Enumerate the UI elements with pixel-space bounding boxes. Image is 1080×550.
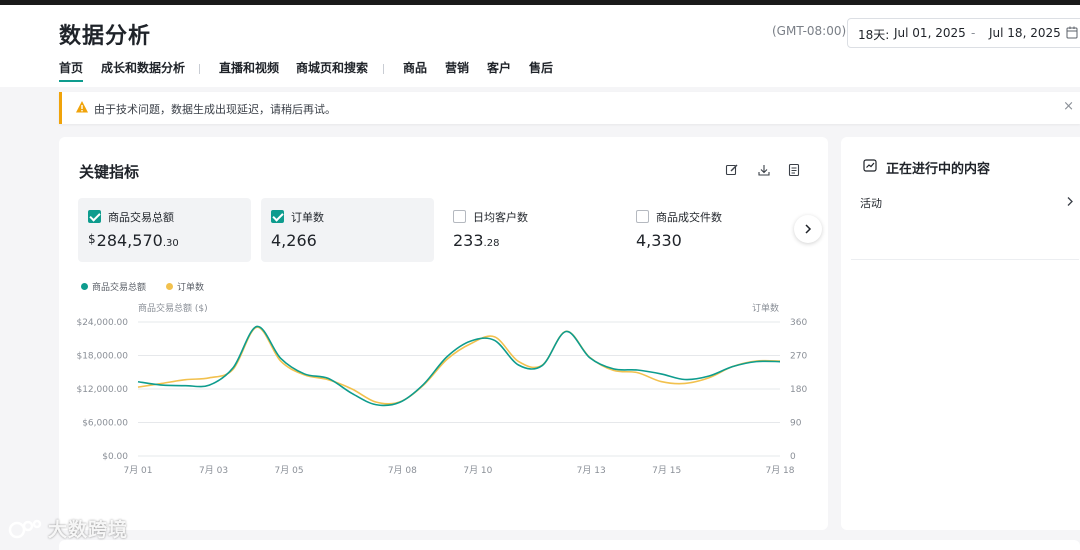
x-tick-label: 7月 18 — [765, 465, 794, 476]
alert-message: 由于技术问题，数据生成出现延迟，请稍后再试。 — [94, 103, 336, 116]
date-range-start[interactable]: Jul 01, 2025 — [894, 26, 966, 40]
page-header: 数据分析 (GMT-08:00) 18天: Jul 01, 2025 - Jul… — [0, 5, 1080, 87]
tab-separator — [199, 64, 200, 74]
y-left-tick-label: $6,000.00 — [82, 419, 128, 429]
page-title: 数据分析 — [59, 24, 152, 49]
warning-icon — [76, 101, 88, 113]
date-range-picker[interactable]: 18天: Jul 01, 2025 - Jul 18, 2025 — [847, 18, 1080, 48]
y-right-tick-label: 90 — [790, 419, 802, 429]
x-tick-label: 7月 05 — [275, 465, 304, 476]
x-tick-label: 7月 08 — [388, 465, 417, 476]
tab-mall-search[interactable]: 商城页和搜索 — [296, 60, 368, 86]
trend-chart-icon — [863, 159, 877, 172]
watermark-logo: 大数跨境 — [8, 515, 128, 542]
date-range-preset: 18天: — [858, 28, 890, 42]
date-range-end[interactable]: Jul 18, 2025 — [989, 26, 1061, 40]
side-row-activities[interactable]: 活动 — [851, 186, 1076, 216]
watermark-icon — [8, 519, 42, 539]
y-left-tick-label: $18,000.00 — [76, 352, 128, 362]
tab-separator — [383, 64, 384, 74]
y-right-tick-label: 270 — [790, 352, 807, 362]
x-tick-label: 7月 13 — [577, 465, 606, 476]
tab-home[interactable]: 首页 — [59, 60, 84, 86]
chevron-right-icon — [1067, 197, 1073, 206]
tab-products[interactable]: 商品 — [403, 60, 427, 86]
x-tick-label: 7月 15 — [652, 465, 681, 476]
tab-marketing[interactable]: 营销 — [445, 60, 469, 86]
x-tick-label: 7月 01 — [123, 465, 152, 476]
line-chart: $24,000.00 360 $18,000.00 270 $12,000.00 180 $… — [76, 318, 807, 476]
divider — [851, 259, 1079, 260]
calendar-icon[interactable] — [1066, 26, 1078, 39]
series-line — [137, 325, 781, 407]
date-range-separator: - — [971, 26, 976, 40]
y-left-tick-label: $0.00 — [102, 452, 128, 462]
bottom-card — [59, 540, 1080, 550]
x-tick-label: 7月 03 — [199, 465, 228, 476]
y-right-tick-label: 0 — [790, 452, 796, 462]
in-progress-title: 正在进行中的内容 — [886, 162, 991, 177]
tab-live-video[interactable]: 直播和视频 — [219, 60, 279, 86]
close-icon[interactable]: × — [1063, 99, 1074, 114]
tab-growth-analytics[interactable]: 成长和数据分析 — [101, 60, 185, 86]
in-progress-card: 正在进行中的内容 活动 — [841, 137, 1080, 530]
y-left-tick-label: $24,000.00 — [76, 318, 128, 328]
timezone-label: (GMT-08:00) — [772, 24, 847, 38]
key-metrics-card: 关键指标 商品交易总额 $284,570.30 订单数 4,266 日均客户数 … — [59, 137, 828, 530]
tab-customers[interactable]: 客户 — [487, 60, 511, 86]
y-right-tick-label: 180 — [790, 385, 807, 395]
y-left-tick-label: $12,000.00 — [76, 385, 128, 395]
tab-after-sales[interactable]: 售后 — [529, 60, 553, 86]
y-right-tick-label: 360 — [790, 318, 807, 328]
nav-tabs: 首页 成长和数据分析 直播和视频 商城页和搜索 商品 营销 客户 售后 — [0, 60, 1080, 90]
warning-alert: 由于技术问题，数据生成出现延迟，请稍后再试。 × — [59, 92, 1080, 124]
side-row-label: 活动 — [860, 197, 882, 210]
x-tick-label: 7月 10 — [463, 465, 492, 476]
